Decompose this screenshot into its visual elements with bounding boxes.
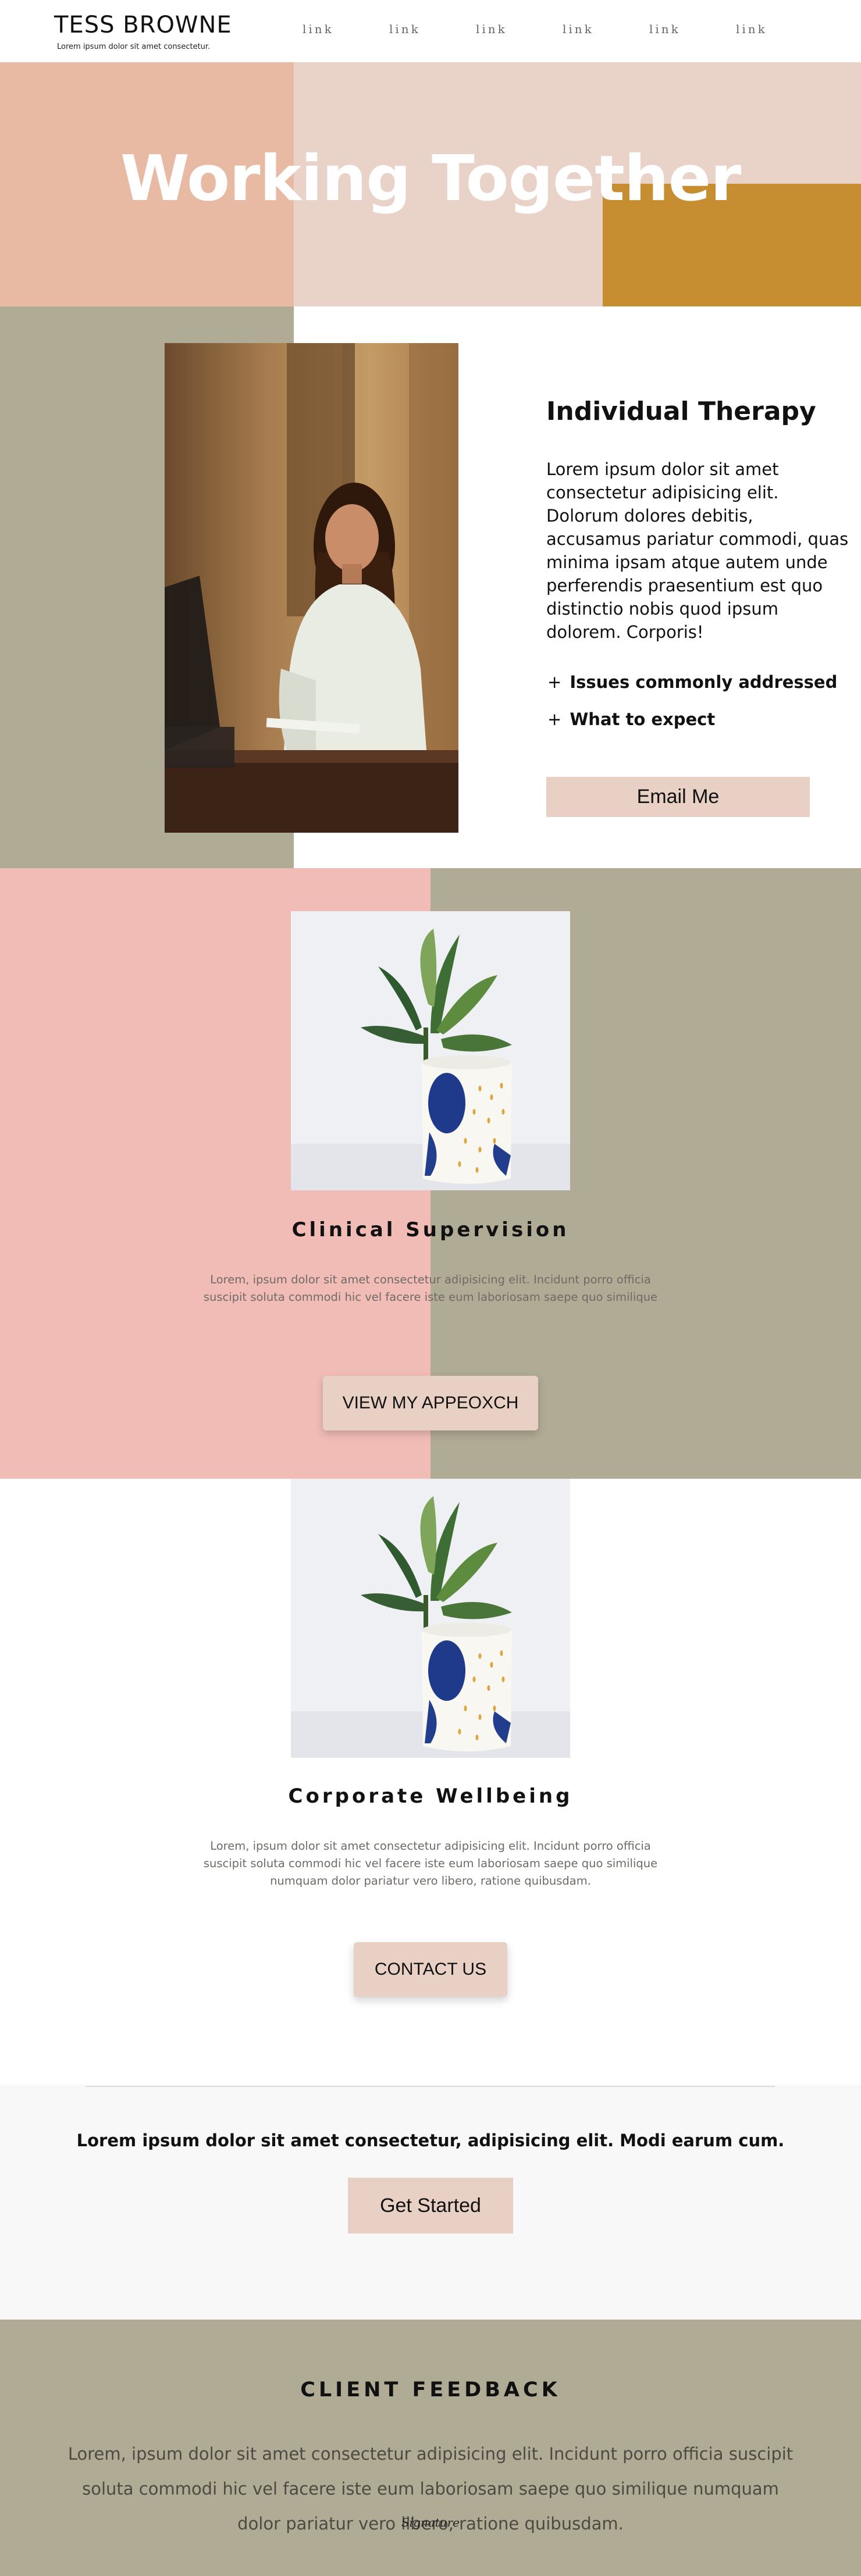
plant-image [291, 1479, 570, 1758]
view-approach-button[interactable]: VIEW MY APPEOXCH [323, 1376, 538, 1430]
brand-name[interactable]: TESS BROWNE [54, 12, 232, 38]
accordion-issues-label: Issues commonly addressed [570, 672, 838, 692]
nav-link-6[interactable]: link [736, 22, 767, 36]
top-nav: TESS BROWNE Lorem ipsum dolor sit amet c… [0, 0, 861, 62]
cta-divider [86, 2086, 775, 2087]
contact-us-button[interactable]: CONTACT US [354, 1942, 507, 1997]
plus-icon: + [547, 672, 562, 692]
get-started-button[interactable]: Get Started [348, 2178, 513, 2234]
hero-title: Working Together [120, 142, 741, 215]
therapy-title: Individual Therapy [546, 397, 816, 426]
nav-link-1[interactable]: link [303, 22, 334, 36]
nav-link-2[interactable]: link [389, 22, 421, 36]
plus-icon: + [547, 709, 562, 729]
accordion-issues[interactable]: + Issues commonly addressed [547, 672, 837, 692]
cta-text: Lorem ipsum dolor sit amet consectetur, … [76, 2131, 785, 2150]
nav-link-5[interactable]: link [649, 22, 681, 36]
nav-link-4[interactable]: link [563, 22, 594, 36]
plant-image [291, 911, 570, 1190]
email-me-button[interactable]: Email Me [546, 777, 810, 817]
wellbeing-title: Corporate Wellbeing [288, 1785, 573, 1808]
brand-tagline: Lorem ipsum dolor sit amet consectetur. [57, 42, 211, 51]
therapy-description: Lorem ipsum dolor sit amet consectetur a… [546, 459, 849, 642]
therapist-photo [165, 343, 458, 833]
feedback-title: CLIENT FEEDBACK [300, 2378, 561, 2402]
accordion-expect-label: What to expect [570, 709, 716, 729]
accordion-expect[interactable]: + What to expect [547, 709, 715, 729]
feedback-signature: Signature [401, 2516, 460, 2529]
wellbeing-description: Lorem, ipsum dolor sit amet consectetur … [203, 1839, 658, 1888]
nav-link-3[interactable]: link [476, 22, 507, 36]
supervision-title: Clinical Supervision [291, 1218, 570, 1241]
supervision-description: Lorem, ipsum dolor sit amet consectetur … [203, 1273, 658, 1304]
